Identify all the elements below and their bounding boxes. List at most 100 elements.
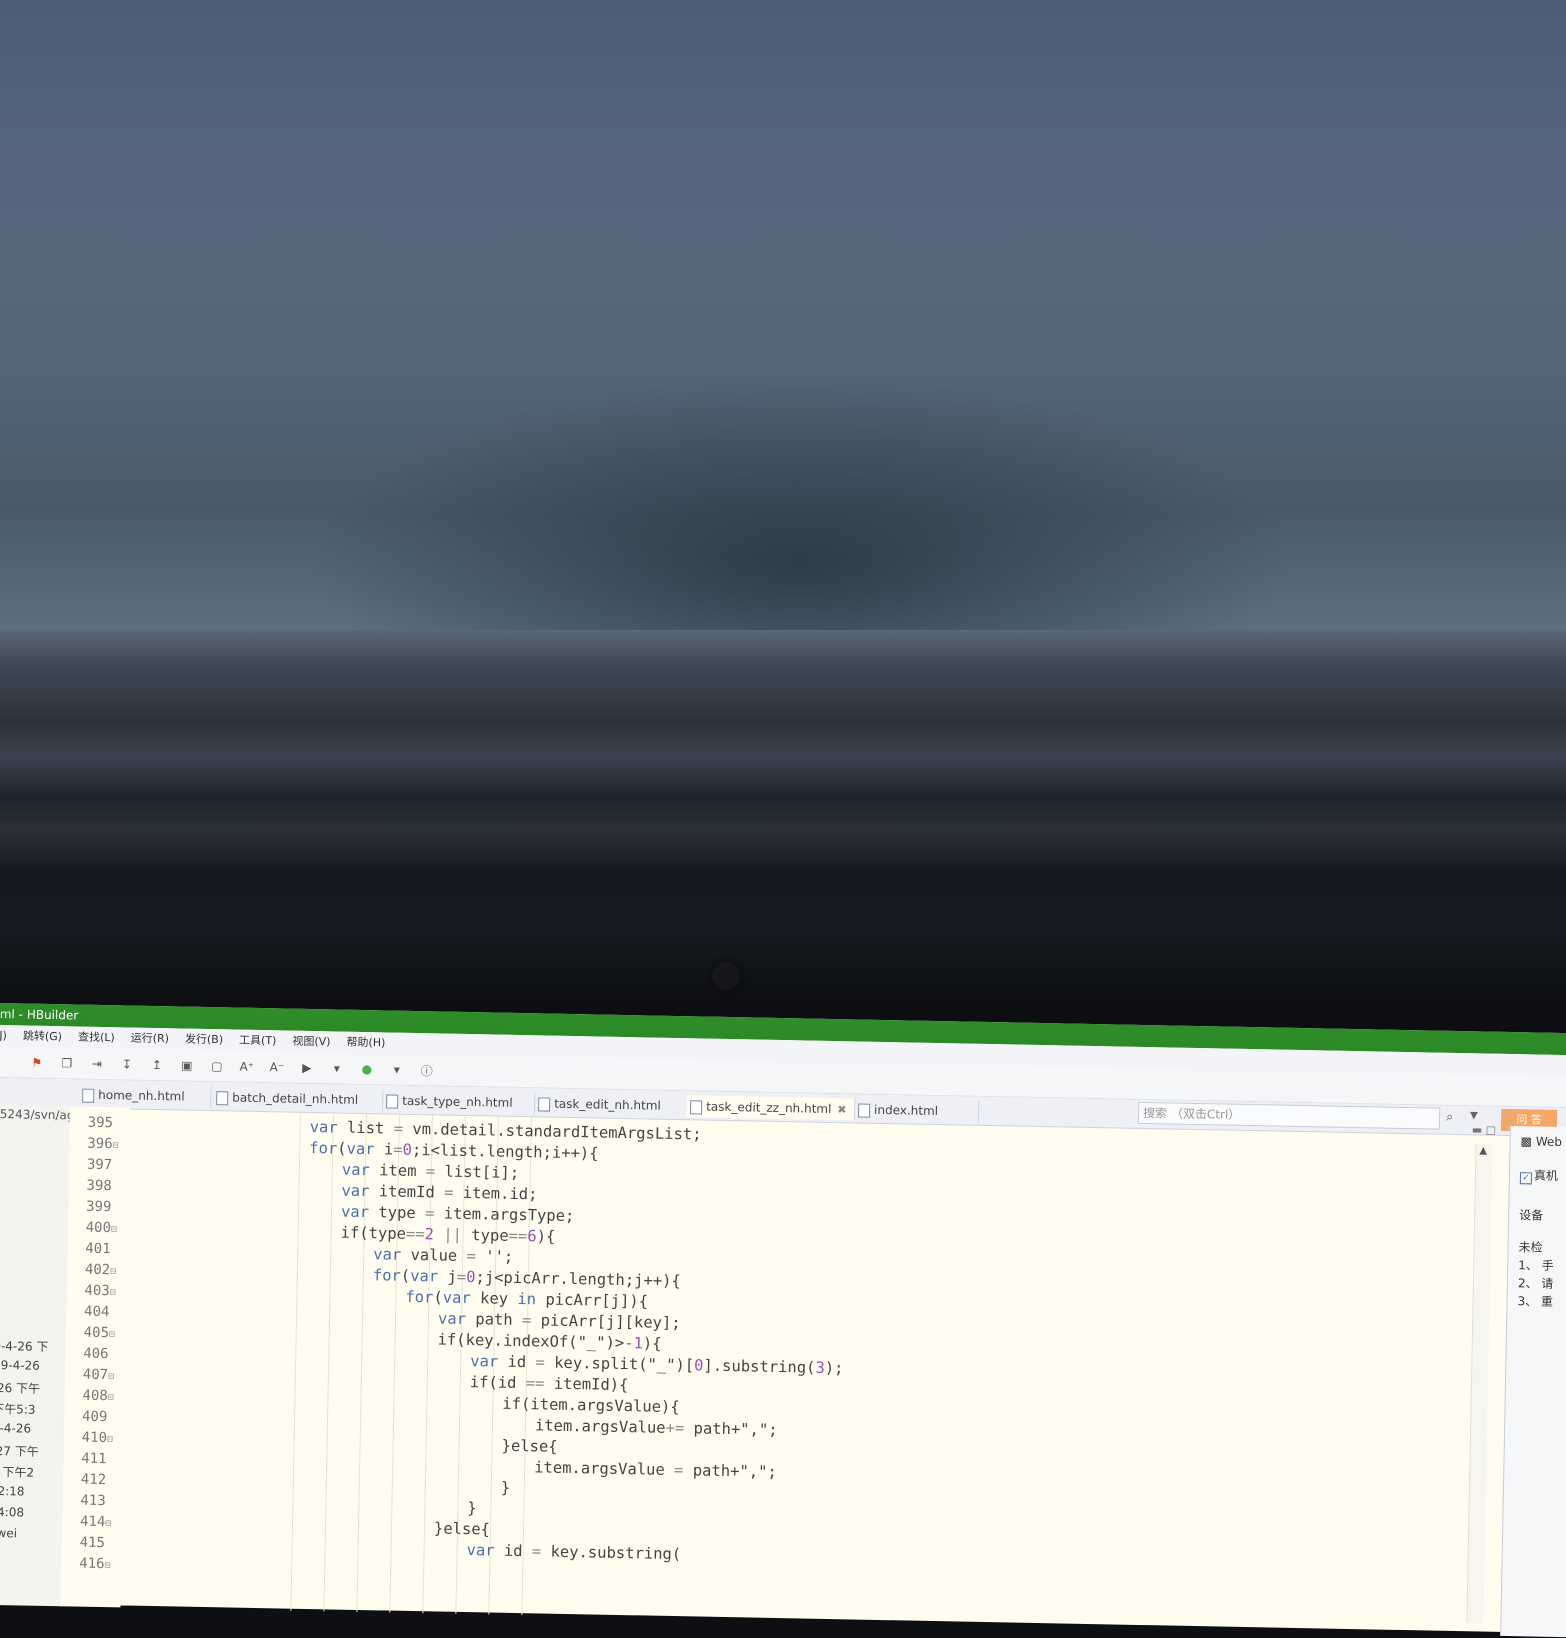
bookmark-icon[interactable]: ⚑ [29, 1055, 45, 1071]
code-token: var [341, 1160, 371, 1180]
dropdown-icon[interactable]: ▾ [329, 1060, 345, 1076]
code-token: 6 [527, 1227, 537, 1246]
code-line[interactable]: item.argsValue+= path+","; [535, 1415, 778, 1441]
code-token: var [437, 1309, 467, 1329]
menu-item-5[interactable]: 工具(T) [239, 1030, 277, 1053]
fold-icon[interactable]: ⊟ [107, 1434, 113, 1445]
menu-item-1[interactable]: 跳转(G) [23, 1025, 63, 1048]
history-item[interactable]: -27 下午 [0, 1442, 39, 1460]
code-token: || [443, 1225, 463, 1244]
code-editor[interactable]: var list = vm.detail.standardItemArgsLis… [120, 1108, 1469, 1634]
line-number: 395 [88, 1113, 114, 1134]
code-token: picArr[j][key]; [531, 1311, 681, 1333]
code-token: if(id [469, 1373, 526, 1393]
code-line[interactable]: } [501, 1478, 511, 1499]
code-line[interactable]: }else{ [501, 1436, 557, 1458]
code-token: for [405, 1287, 434, 1307]
fold-icon[interactable]: ⊟ [110, 1266, 116, 1277]
line-number-text: 409 [81, 1408, 108, 1426]
menu-item-0[interactable]: J) [0, 1025, 7, 1047]
code-line[interactable]: }else{ [434, 1518, 490, 1540]
history-item[interactable]: -26 下午 [0, 1379, 40, 1397]
code-token: if(key.indexOf("_")> [437, 1330, 625, 1353]
fold-icon[interactable]: ⊟ [110, 1287, 116, 1298]
new-file-icon[interactable]: ❐ [59, 1055, 75, 1071]
step-out-icon[interactable]: ↥ [149, 1057, 165, 1073]
menu-item-2[interactable]: 查找(L) [78, 1027, 115, 1050]
line-number-text: 412 [80, 1471, 107, 1489]
history-item[interactable]: F4:08 [0, 1505, 24, 1520]
history-item[interactable]: 9-4-26 [0, 1421, 31, 1436]
browser-icon[interactable]: ● [359, 1061, 375, 1077]
device-hint-line: 未检 [1518, 1240, 1543, 1255]
scroll-up-icon[interactable]: ▲ [1479, 1145, 1487, 1156]
minimize-maximize-icon[interactable]: ▬ □ [1472, 1123, 1497, 1136]
tab-5[interactable]: index.html [853, 1098, 980, 1123]
tab-0[interactable]: home_nh.html [78, 1083, 212, 1109]
fold-icon[interactable]: ⊟ [111, 1224, 117, 1235]
export-icon[interactable]: ⇥ [89, 1056, 105, 1072]
line-number-text: 397 [86, 1156, 113, 1174]
menu-item-6[interactable]: 视图(V) [292, 1031, 331, 1054]
run-icon[interactable]: ▶ [299, 1060, 315, 1076]
fold-icon[interactable]: ⊟ [112, 1140, 118, 1151]
window-icon[interactable]: ▣ [179, 1057, 195, 1073]
history-item[interactable]: F2:18 [0, 1484, 25, 1499]
code-line[interactable]: if(id == itemId){ [470, 1372, 629, 1396]
chevron-down-icon[interactable]: ▼ [1470, 1110, 1478, 1121]
menu-item-4[interactable]: 发行(B) [185, 1029, 224, 1052]
code-line[interactable]: var id = key.substring( [466, 1540, 681, 1565]
close-icon[interactable]: ✖ [837, 1103, 846, 1116]
code-line[interactable]: } [467, 1498, 477, 1519]
vertical-scrollbar[interactable]: ▲ [1466, 1143, 1493, 1624]
project-path[interactable]: 5243/svn/ag [0, 1107, 71, 1122]
code-line[interactable]: item.argsValue = path+","; [534, 1457, 777, 1483]
tab-2[interactable]: task_type_nh.html [381, 1089, 536, 1115]
search-input[interactable]: 搜索 （双击Ctrl） [1137, 1101, 1441, 1130]
line-number: 409 [82, 1407, 108, 1428]
code-token: ].substring( [703, 1356, 816, 1377]
fold-icon[interactable]: ⊟ [108, 1371, 114, 1382]
search-icon[interactable]: ⌕ [1446, 1110, 1454, 1125]
tab-4[interactable]: task_edit_zz_nh.html ✖ [685, 1095, 856, 1121]
device-hint-line: 1、 手 [1518, 1258, 1554, 1273]
history-item[interactable]: 5 下午2 [0, 1463, 34, 1481]
preview-icon: ▩ [1520, 1134, 1533, 1149]
tab-1[interactable]: batch_detail_nh.html [212, 1086, 384, 1112]
real-device-checkbox[interactable]: ✓ 真机 [1519, 1166, 1558, 1185]
font-decrease-icon[interactable]: A⁻ [269, 1059, 285, 1075]
line-number-text: 406 [83, 1345, 109, 1363]
web-panel-title-text: Web [1535, 1134, 1563, 1150]
history-item[interactable]: 19-4-26 [0, 1358, 40, 1373]
menu-item-7[interactable]: 帮助(H) [346, 1032, 385, 1055]
line-number-text: 401 [85, 1240, 111, 1258]
history-item[interactable]: 9-4-26 下 [0, 1337, 49, 1355]
code-token: 3 [815, 1358, 825, 1377]
menu-item-3[interactable]: 运行(R) [131, 1028, 170, 1051]
code-token: path+","; [684, 1419, 778, 1440]
tab-3[interactable]: task_edit_nh.html [533, 1092, 688, 1118]
code-token: j [438, 1267, 458, 1286]
fold-icon[interactable]: ⊟ [105, 1518, 111, 1529]
history-item[interactable]: 下午5:3 [0, 1400, 36, 1418]
line-number: 400⊟ [85, 1218, 118, 1240]
font-increase-icon[interactable]: A⁺ [239, 1059, 255, 1075]
dropdown-icon[interactable]: ▾ [389, 1061, 405, 1077]
step-into-icon[interactable]: ↧ [119, 1056, 135, 1072]
checkbox-icon[interactable]: ✓ [1519, 1172, 1533, 1185]
line-number-text: 411 [81, 1450, 107, 1468]
history-item[interactable]: liwei [0, 1526, 17, 1541]
disabled-icon[interactable]: ▢ [209, 1058, 225, 1074]
info-icon[interactable]: ⓘ [419, 1062, 435, 1078]
code-token: += [665, 1418, 685, 1438]
tab-label: task_type_nh.html [402, 1093, 513, 1110]
html-file-icon [386, 1094, 399, 1109]
line-number-text: 416 [79, 1555, 105, 1573]
fold-icon[interactable]: ⊟ [109, 1329, 115, 1340]
line-number: 404 [84, 1302, 110, 1323]
code-line[interactable]: var value = ''; [373, 1244, 513, 1268]
code-line[interactable]: if(item.argsValue){ [502, 1394, 680, 1418]
code-token: 0 [402, 1140, 413, 1159]
fold-icon[interactable]: ⊟ [108, 1392, 114, 1403]
line-number-text: 403 [84, 1282, 110, 1300]
